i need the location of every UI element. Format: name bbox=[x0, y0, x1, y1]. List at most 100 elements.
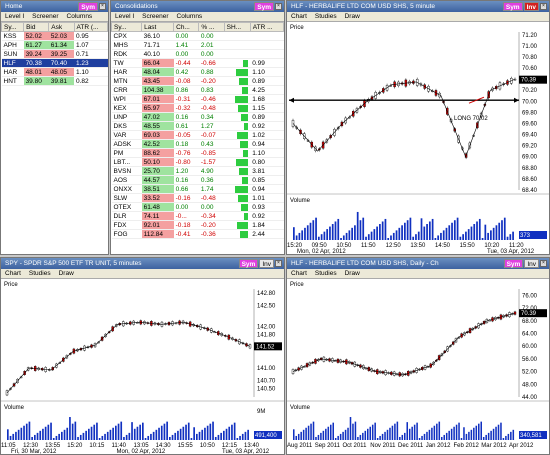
table-row[interactable]: RDK 40.10 0.00 0.00 bbox=[111, 49, 284, 59]
volume-bar bbox=[187, 422, 190, 440]
col-last[interactable]: Last bbox=[141, 22, 175, 32]
col-pct[interactable]: % ... bbox=[198, 22, 225, 32]
table-row[interactable]: FDX 92.01 -0.18 -0.20 1.84 bbox=[111, 220, 284, 230]
table-row[interactable]: DLR 74.11 -0... -0.34 0.92 bbox=[111, 211, 284, 221]
sh-bar bbox=[240, 230, 249, 238]
table-row[interactable]: APH 61.27 61.34 1.07 bbox=[1, 40, 108, 50]
col-sh[interactable]: SH... bbox=[223, 22, 251, 32]
table-row[interactable]: SLW 33.52 -0.16 -0.48 1.01 bbox=[111, 193, 284, 203]
menu-level1[interactable]: Level I bbox=[111, 13, 138, 20]
table-row[interactable]: MTN 43.45 -0.08 -0.20 0.89 bbox=[111, 76, 284, 86]
table-row[interactable]: SUN 39.24 39.25 0.71 bbox=[1, 49, 108, 59]
menu-chart[interactable]: Chart bbox=[1, 270, 25, 277]
menu-chart[interactable]: Chart bbox=[287, 270, 311, 277]
table-row[interactable]: PM 88.62 -0.76 -0.85 1.10 bbox=[111, 148, 284, 158]
table-row[interactable]: CPX 36.10 0.00 0.00 bbox=[111, 31, 284, 41]
table-row[interactable]: OTEX 61.48 0.00 0.00 0.93 bbox=[111, 202, 284, 212]
hlfd-title: HLF - HERBALIFE LTD COM USD SHS, Daily -… bbox=[291, 260, 439, 267]
table-row[interactable]: DKS 48.55 0.61 1.27 0.92 bbox=[111, 121, 284, 131]
x-tick-label: Feb 2012 bbox=[454, 443, 480, 449]
menu-draw[interactable]: Draw bbox=[55, 270, 78, 277]
cell-change: 0.66 bbox=[173, 184, 199, 194]
y-tick-label: 68.80 bbox=[522, 166, 538, 172]
col-change[interactable]: Ch... bbox=[173, 22, 200, 32]
table-row[interactable]: HAR 48.01 48.05 1.10 bbox=[1, 67, 108, 77]
volume-bar bbox=[371, 424, 374, 440]
table-row[interactable]: AOS 44.57 0.16 0.36 0.85 bbox=[111, 175, 284, 185]
table-row[interactable]: WPI 67.01 -0.31 -0.46 1.68 bbox=[111, 94, 284, 104]
menu-studies[interactable]: Studies bbox=[311, 13, 341, 20]
col-atr[interactable]: ATR ... bbox=[249, 22, 284, 32]
table-row[interactable]: UNP 47.02 0.16 0.34 0.89 bbox=[111, 112, 284, 122]
spy-sym-button[interactable]: Sym bbox=[238, 259, 259, 268]
last-price-label: 141.52 bbox=[256, 344, 275, 350]
cell-last: 50.10 bbox=[141, 157, 174, 167]
table-row[interactable]: ADSK 42.52 0.18 0.43 0.94 bbox=[111, 139, 284, 149]
volume-bar bbox=[478, 218, 481, 240]
menu-chart[interactable]: Chart bbox=[287, 13, 311, 20]
cell-change: 0.86 bbox=[173, 85, 199, 95]
volume-bar bbox=[379, 435, 381, 440]
table-row[interactable]: KEX 65.97 -0.32 -0.48 1.15 bbox=[111, 103, 284, 113]
home-sym-button[interactable]: Sym bbox=[78, 2, 98, 11]
hlfd-sym-button[interactable]: Sym bbox=[503, 259, 524, 268]
table-row[interactable]: VAR 69.03 -0.05 -0.07 1.02 bbox=[111, 130, 284, 140]
spy-inv-button[interactable]: Inv bbox=[259, 259, 274, 268]
menu-draw[interactable]: Draw bbox=[341, 270, 364, 277]
close-icon[interactable]: × bbox=[540, 260, 547, 267]
menu-columns[interactable]: Columns bbox=[63, 13, 97, 20]
close-icon[interactable]: × bbox=[99, 3, 106, 10]
close-icon[interactable]: × bbox=[275, 3, 282, 10]
table-row[interactable]: HAR 48.04 0.42 0.88 1.10 bbox=[111, 67, 284, 77]
volume-bar bbox=[485, 434, 487, 440]
volume-bar bbox=[500, 422, 502, 440]
volume-bar bbox=[421, 435, 423, 440]
col-atr[interactable]: ATR (... bbox=[73, 22, 108, 32]
cell-pct: 0.43 bbox=[198, 139, 225, 149]
hlf5-chart[interactable]: Price71.2071.0070.8070.6070.4070.2070.00… bbox=[287, 22, 549, 254]
menu-studies[interactable]: Studies bbox=[25, 270, 55, 277]
volume-bar bbox=[169, 436, 171, 440]
table-row[interactable]: BVSN 25.70 1.20 4.90 3.81 bbox=[111, 166, 284, 176]
spy-titlebar[interactable]: SPY - SPDR S&P 500 ETF TR UNIT, 5 minute… bbox=[1, 258, 284, 269]
table-row[interactable]: HLF 70.38 70.40 1.23 bbox=[1, 58, 108, 68]
hlfd-inv-button[interactable]: Inv bbox=[524, 259, 539, 268]
home-titlebar[interactable]: Home Sym × bbox=[1, 1, 108, 12]
hlf5-inv-button[interactable]: Inv bbox=[523, 2, 539, 11]
close-icon[interactable]: × bbox=[540, 3, 547, 10]
menu-studies[interactable]: Studies bbox=[311, 270, 341, 277]
table-row[interactable]: LBT... 50.10 -0.80 -1.57 0.80 bbox=[111, 157, 284, 167]
col-ask[interactable]: Ask bbox=[48, 22, 75, 32]
volume-bar bbox=[42, 428, 44, 440]
menu-screener[interactable]: Screener bbox=[138, 13, 172, 20]
menu-level1[interactable]: Level I bbox=[1, 13, 28, 20]
cons-titlebar[interactable]: Consolidations Sym × bbox=[111, 1, 284, 12]
cell-pct: 4.90 bbox=[198, 166, 225, 176]
menu-draw[interactable]: Draw bbox=[341, 13, 364, 20]
table-row[interactable]: MHS 71.71 1.41 2.01 bbox=[111, 40, 284, 50]
volume-bar bbox=[297, 433, 300, 440]
cons-sym-button[interactable]: Sym bbox=[254, 2, 274, 11]
table-row[interactable]: KSS 52.02 52.03 0.95 bbox=[1, 31, 108, 41]
col-symbol[interactable]: Sy... bbox=[1, 22, 25, 32]
table-row[interactable]: FOG 112.84 -0.41 -0.36 2.44 bbox=[111, 229, 284, 239]
hlf5-titlebar[interactable]: HLF - HERBALIFE LTD COM USD SHS, 5 minut… bbox=[287, 1, 549, 12]
spy-chart[interactable]: Price 142.80 142.50 142.00 141.80 141.52 141.0… bbox=[1, 279, 284, 454]
table-row[interactable]: ONXX 38.51 0.66 1.74 0.94 bbox=[111, 184, 284, 194]
table-row[interactable]: CRR 104.38 0.86 0.83 4.25 bbox=[111, 85, 284, 95]
volume-bar bbox=[367, 234, 370, 240]
col-bid[interactable]: Bid bbox=[23, 22, 50, 32]
cell-change: 0.42 bbox=[173, 67, 199, 77]
hlf5-sym-button[interactable]: Sym bbox=[502, 2, 523, 11]
menu-screener[interactable]: Screener bbox=[28, 13, 62, 20]
col-symbol[interactable]: Sy... bbox=[111, 22, 143, 32]
table-row[interactable]: TW 66.04 -0.44 -0.66 0.99 bbox=[111, 58, 284, 68]
hlfd-chart[interactable]: Price76.0072.0068.0064.0060.0056.0052.00… bbox=[287, 279, 549, 454]
close-icon[interactable]: × bbox=[275, 260, 282, 267]
cell-ask: 70.40 bbox=[48, 58, 74, 68]
cell-atr: 0.89 bbox=[250, 76, 284, 86]
menu-columns[interactable]: Columns bbox=[173, 13, 207, 20]
volume-bar bbox=[98, 438, 101, 440]
hlfd-titlebar[interactable]: HLF - HERBALIFE LTD COM USD SHS, Daily -… bbox=[287, 258, 549, 269]
table-row[interactable]: HNT 39.80 39.81 0.82 bbox=[1, 76, 108, 86]
